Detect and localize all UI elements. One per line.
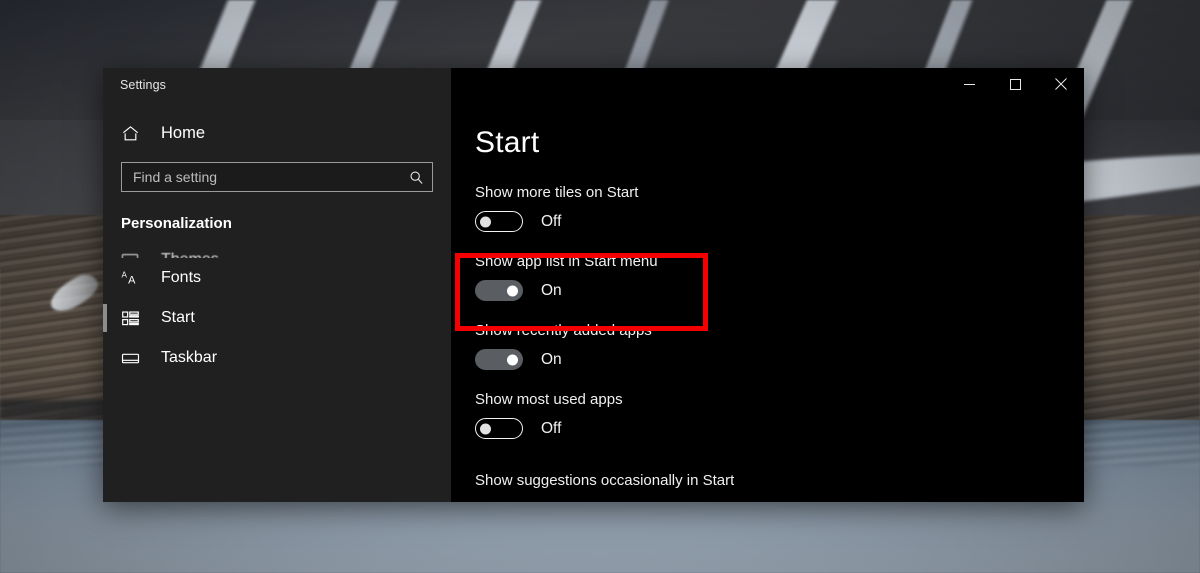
sidebar-item-fonts[interactable]: A A Fonts <box>103 258 451 298</box>
setting-label: Show most used apps <box>475 391 623 408</box>
sidebar-item-start[interactable]: Start <box>103 298 451 338</box>
search-box[interactable] <box>121 162 433 192</box>
close-button[interactable] <box>1038 68 1084 100</box>
setting-show-suggestions[interactable]: Show suggestions occasionally in Start <box>475 473 734 491</box>
toggle-line: Off <box>475 211 1084 232</box>
svg-text:A: A <box>128 274 136 286</box>
toggle-knob <box>480 423 491 434</box>
setting-label: Show app list in Start menu <box>475 253 658 270</box>
toggle-knob <box>507 285 518 296</box>
setting-show-more-tiles: Show more tiles on Start Off <box>475 184 1084 232</box>
toggle-state-label: On <box>541 281 562 299</box>
toggle-state-label: Off <box>541 212 562 230</box>
setting-label: Show recently added apps <box>475 322 652 339</box>
sidebar-item-home[interactable]: Home <box>103 112 451 154</box>
setting-show-recently-added: Show recently added apps On <box>475 322 1084 370</box>
toggle-state-label: On <box>541 350 562 368</box>
window-controls <box>946 68 1084 100</box>
svg-text:A: A <box>121 270 127 279</box>
toggle-knob <box>480 216 491 227</box>
minimize-button[interactable] <box>946 68 992 100</box>
sidebar-item-taskbar-label: Taskbar <box>161 349 218 366</box>
sidebar-nav-list: Themes A A Fonts <box>103 224 451 378</box>
settings-content: Start Show more tiles on Start Off Show … <box>451 102 1084 502</box>
taskbar-icon <box>121 349 147 368</box>
toggle-line: On <box>475 349 1084 370</box>
settings-sidebar: Home Personalization <box>103 102 451 502</box>
toggle-show-more-tiles[interactable] <box>475 211 523 232</box>
start-icon <box>121 309 147 328</box>
setting-show-app-list: Show app list in Start menu On <box>475 253 1084 301</box>
sidebar-item-themes[interactable]: Themes <box>103 224 451 258</box>
sidebar-item-home-label: Home <box>161 123 206 142</box>
setting-label: Show suggestions occasionally in Start <box>475 473 735 489</box>
sidebar-item-themes-label: Themes <box>161 251 219 258</box>
sidebar-item-taskbar[interactable]: Taskbar <box>103 338 451 378</box>
themes-icon <box>121 251 147 258</box>
page-title: Start <box>475 126 540 159</box>
search-input[interactable] <box>133 169 409 185</box>
window-title: Settings <box>120 78 166 92</box>
window-body: Home Personalization <box>103 102 1084 502</box>
desktop-wallpaper: Settings Home Find a setting Personaliza… <box>0 0 1200 573</box>
setting-show-most-used: Show most used apps Off <box>475 391 1084 439</box>
maximize-button[interactable] <box>992 68 1038 100</box>
fonts-icon: A A <box>121 269 147 288</box>
home-icon <box>121 124 147 143</box>
settings-window: Settings Home Find a setting Personaliza… <box>103 68 1084 502</box>
toggle-show-recently-added[interactable] <box>475 349 523 370</box>
titlebar-right-pane <box>451 68 1084 102</box>
toggle-state-label: Off <box>541 419 562 437</box>
search-icon[interactable] <box>409 170 424 185</box>
toggle-show-most-used[interactable] <box>475 418 523 439</box>
setting-label: Show more tiles on Start <box>475 184 639 201</box>
toggle-line: On <box>475 280 1084 301</box>
titlebar-left-pane: Settings <box>103 68 451 102</box>
toggle-line: Off <box>475 418 1084 439</box>
sidebar-item-start-label: Start <box>161 309 195 326</box>
window-titlebar[interactable]: Settings <box>103 68 1084 102</box>
sidebar-item-fonts-label: Fonts <box>161 269 202 286</box>
toggle-show-app-list[interactable] <box>475 280 523 301</box>
toggle-knob <box>507 354 518 365</box>
